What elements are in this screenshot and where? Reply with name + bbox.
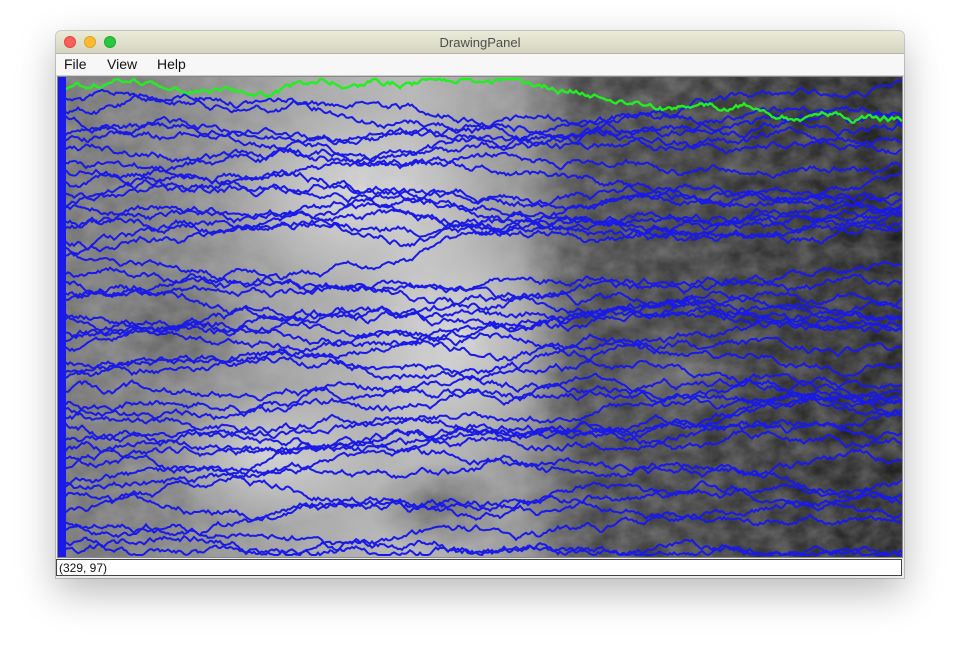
terrain-texture: [58, 77, 902, 557]
window-title: DrawingPanel: [439, 35, 521, 50]
menu-file[interactable]: File: [64, 56, 87, 72]
status-bar: (329, 97): [56, 559, 902, 576]
menu-bar: File View Help: [56, 54, 904, 76]
title-bar[interactable]: DrawingPanel: [56, 31, 904, 54]
mouse-coordinates: (329, 97): [59, 561, 108, 575]
drawing-panel-window: DrawingPanel File View Help (329, 97): [56, 31, 904, 578]
elevation-map[interactable]: [58, 77, 902, 557]
path-start-cluster: [58, 77, 66, 557]
menu-view[interactable]: View: [107, 56, 137, 72]
menu-help[interactable]: Help: [157, 56, 186, 72]
drawing-canvas[interactable]: [57, 76, 903, 558]
